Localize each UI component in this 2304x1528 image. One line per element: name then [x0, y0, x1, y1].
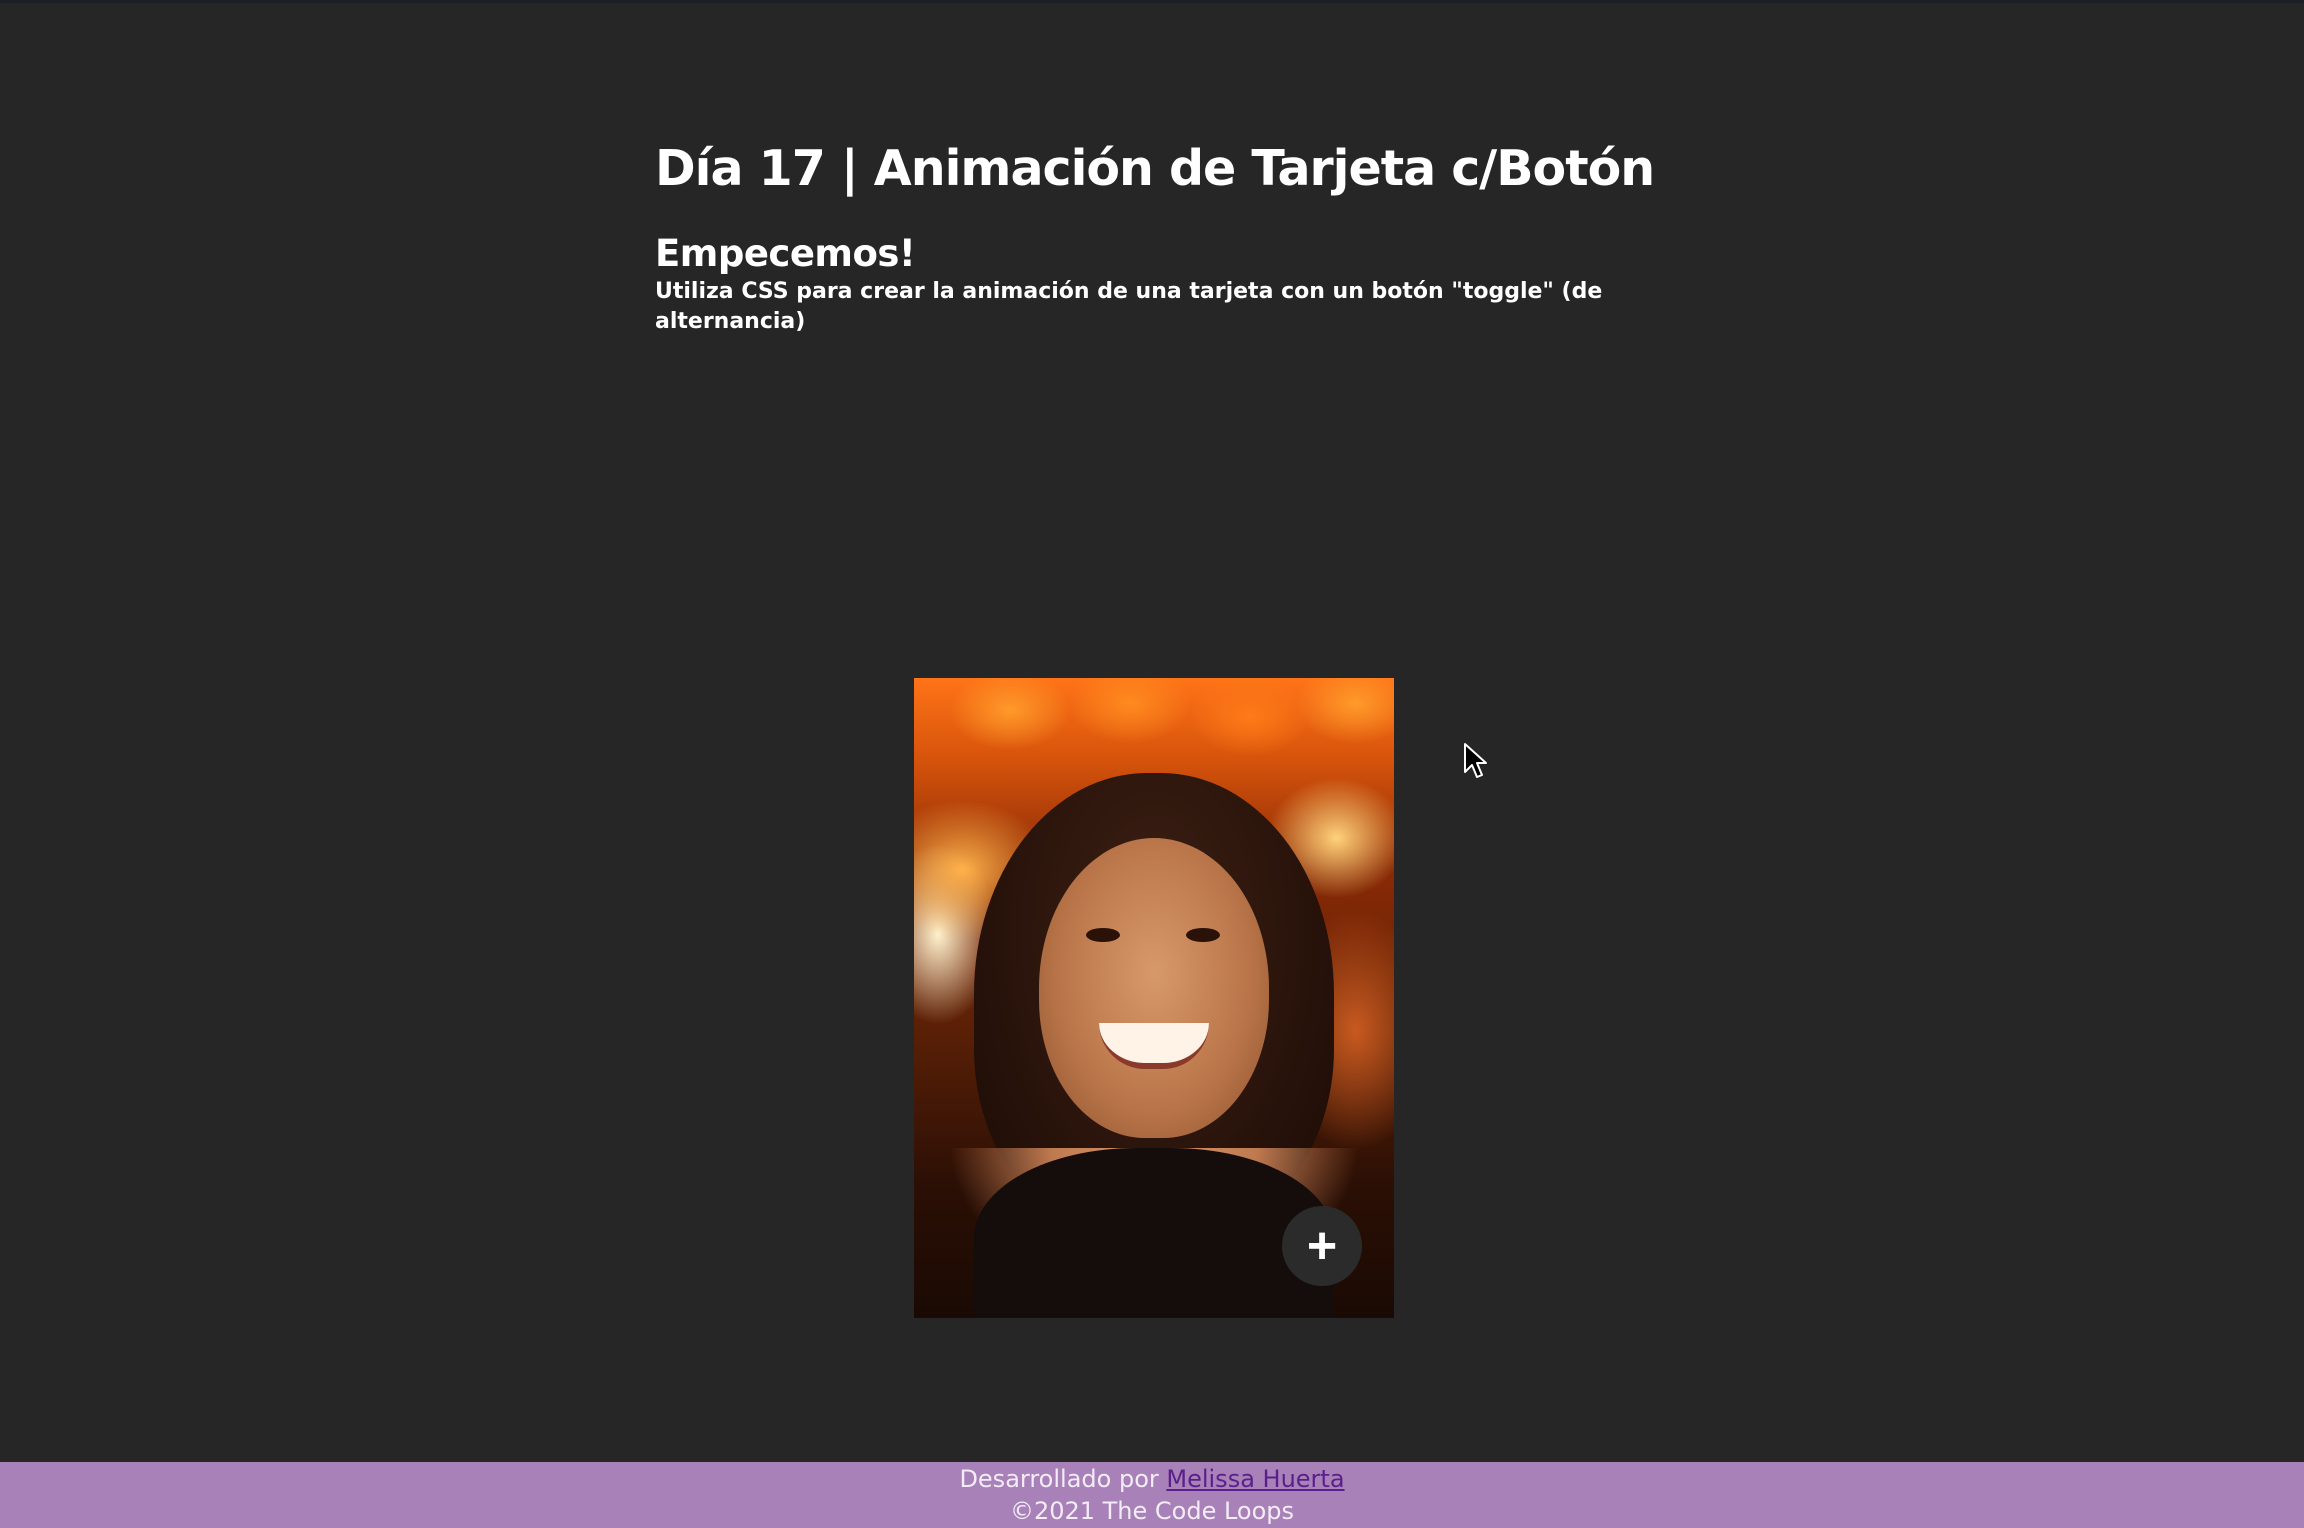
footer: Desarrollado por Melissa Huerta ©2021 Th…: [0, 1462, 2304, 1528]
mouse-cursor-icon: [1464, 743, 1487, 778]
author-link[interactable]: Melissa Huerta: [1166, 1465, 1344, 1493]
profile-card: +: [914, 678, 1394, 1318]
page-subtitle: Empecemos!: [655, 231, 916, 275]
toggle-button[interactable]: +: [1282, 1206, 1362, 1286]
main-content: Día 17 | Animación de Tarjeta c/Botón Em…: [655, 140, 1755, 337]
footer-copyright: ©2021 The Code Loops: [1009, 1497, 1295, 1525]
footer-prefix: Desarrollado por: [959, 1465, 1167, 1493]
page-description: Utiliza CSS para crear la animación de u…: [655, 279, 1603, 335]
top-border: [0, 0, 2304, 3]
footer-credit: Desarrollado por Melissa Huerta: [0, 1463, 2304, 1495]
plus-icon: +: [1306, 1217, 1338, 1275]
page-title: Día 17 | Animación de Tarjeta c/Botón: [655, 140, 1655, 197]
